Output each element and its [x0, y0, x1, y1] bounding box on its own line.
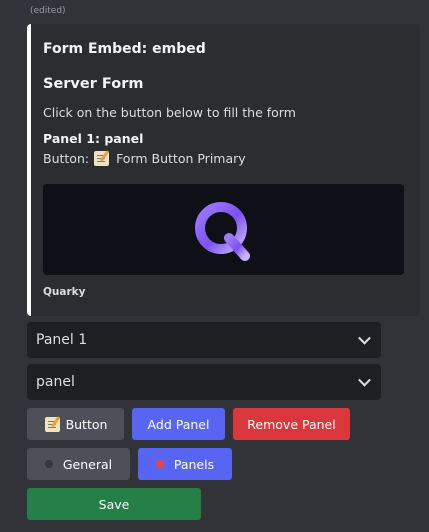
button-button[interactable]: Button [27, 408, 124, 440]
memo-icon [94, 151, 110, 166]
quarky-logo-icon [195, 202, 250, 261]
general-dot-icon [44, 460, 53, 468]
add-panel-label: Add Panel [147, 416, 210, 432]
panel-name-select-value: panel [36, 374, 75, 390]
add-panel-button[interactable]: Add Panel [132, 408, 225, 440]
embed-image[interactable] [43, 184, 404, 275]
panel-name: Panel 1: panel [43, 131, 144, 146]
save-button[interactable]: Save [27, 488, 201, 520]
embed-author: Form Embed: embed [43, 41, 206, 57]
panel-select[interactable]: Panel 1 [27, 322, 381, 358]
edited-label: (edited) [30, 6, 66, 16]
embed-title: Server Form [43, 76, 144, 92]
button-label: Form Button Primary [116, 151, 246, 166]
chevron-down-icon [358, 331, 371, 345]
panel-button-line: Button: Form Button Primary [43, 151, 246, 166]
general-label: General [62, 456, 113, 472]
panels-dot-icon [155, 460, 164, 468]
chevron-down-icon [358, 373, 371, 387]
panel-select-value: Panel 1 [36, 332, 88, 348]
panel-name-select[interactable]: panel [27, 364, 381, 400]
remove-panel-label: Remove Panel [247, 416, 336, 432]
remove-panel-button[interactable]: Remove Panel [233, 408, 350, 440]
save-label: Save [98, 496, 130, 512]
form-embed: Form Embed: embed Server Form Click on t… [27, 24, 420, 316]
general-button[interactable]: General [27, 448, 130, 480]
panels-label: Panels [173, 456, 215, 472]
memo-icon [44, 416, 60, 432]
embed-description: Click on the button below to fill the fo… [43, 105, 296, 120]
panels-button[interactable]: Panels [138, 448, 232, 480]
button-button-label: Button [65, 416, 108, 432]
embed-footer: Quarky [43, 286, 86, 298]
button-prefix: Button: [43, 151, 90, 166]
